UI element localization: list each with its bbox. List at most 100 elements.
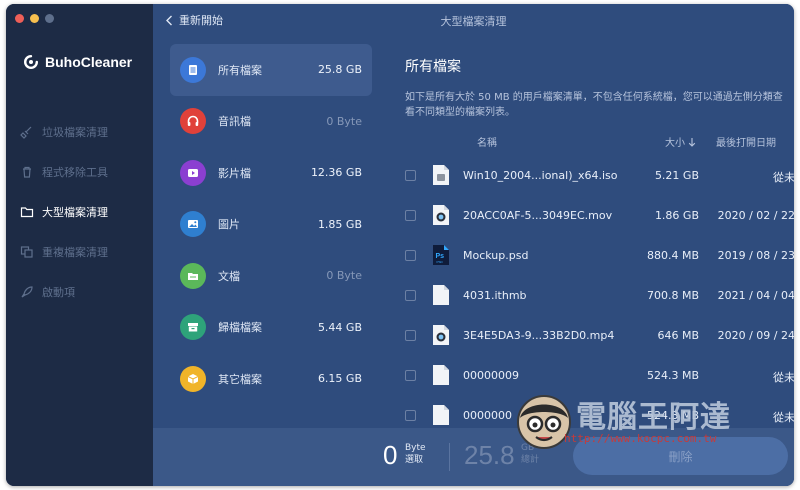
- blank-file-icon: [433, 365, 449, 385]
- window-controls: [15, 14, 54, 23]
- file-name: 00000009: [463, 369, 519, 382]
- file-name: 4031.ithmb: [463, 289, 527, 302]
- photoshop-icon: PsPSD: [433, 245, 449, 265]
- title-bar: 重新開始 大型檔案清理: [153, 4, 794, 34]
- table-header: 名稱 大小 最後打開日期: [405, 134, 794, 150]
- folder-icon: [20, 207, 34, 218]
- sidebar-item-large-files[interactable]: 大型檔案清理: [6, 192, 153, 232]
- category-name: 所有檔案: [218, 63, 262, 77]
- watermark-text: 電腦王阿達: [576, 400, 731, 435]
- duplicate-icon: [20, 246, 33, 258]
- file-date: 2020 / 09 / 24: [717, 329, 794, 342]
- zoom-window-button[interactable]: [45, 14, 54, 23]
- row-checkbox[interactable]: [405, 210, 416, 221]
- quicktime-icon: [433, 205, 449, 225]
- buho-logo-icon: [24, 55, 38, 69]
- category-name: 音訊檔: [218, 115, 251, 129]
- app-logo: BuhoCleaner: [23, 54, 132, 70]
- file-date: 2019 / 08 / 23: [717, 249, 794, 262]
- column-size-label: 大小: [665, 138, 685, 149]
- category-name: 歸檔檔案: [218, 321, 262, 335]
- video-icon: [180, 159, 206, 186]
- table-row[interactable]: Ps PSD Mockup.psd 880.4 MB 2019 / 08 / 23: [405, 236, 794, 276]
- svg-text:PSD: PSD: [437, 260, 444, 264]
- sidebar-item-label: 程式移除工具: [42, 166, 108, 179]
- close-window-button[interactable]: [15, 14, 24, 23]
- column-name[interactable]: 名稱: [477, 134, 497, 149]
- file-name: Mockup.psd: [463, 249, 529, 262]
- svg-text:Ps: Ps: [436, 253, 445, 260]
- image-icon: [180, 211, 206, 238]
- column-size[interactable]: 大小: [665, 134, 696, 149]
- file-date: 2020 / 02 / 22: [717, 209, 794, 222]
- table-row[interactable]: 20ACC0AF-5...3049EC.mov 1.86 GB 2020 / 0…: [405, 196, 794, 236]
- category-archives[interactable]: 歸檔檔案 5.44 GB: [170, 302, 372, 354]
- row-checkbox[interactable]: [405, 250, 416, 261]
- pane-title: 所有檔案: [405, 59, 461, 75]
- sidebar-item-label: 大型檔案清理: [42, 206, 108, 219]
- category-size: 12.36 GB: [310, 166, 362, 180]
- sidebar-item-label: 啟動項: [42, 286, 75, 299]
- quicktime-icon: [433, 325, 449, 345]
- headphones-icon: [180, 108, 206, 135]
- trash-icon: [23, 166, 31, 178]
- file-name: 20ACC0AF-5...3049EC.mov: [463, 209, 613, 222]
- row-checkbox[interactable]: [405, 370, 416, 381]
- category-documents[interactable]: 文檔 0 Byte: [170, 250, 372, 302]
- row-checkbox[interactable]: [405, 410, 416, 421]
- category-size: 6.15 GB: [317, 372, 362, 386]
- file-name: 0000000: [463, 409, 512, 422]
- selected-caption: 選取: [405, 455, 424, 465]
- category-audio[interactable]: 音訊檔 0 Byte: [170, 96, 372, 148]
- row-checkbox[interactable]: [405, 290, 416, 301]
- window-title: 大型檔案清理: [440, 15, 507, 28]
- file-date: 從未: [773, 171, 794, 184]
- category-video[interactable]: 影片檔 12.36 GB: [170, 147, 372, 199]
- file-name: Win10_2004...ional)_x64.iso: [463, 169, 618, 182]
- minimize-window-button[interactable]: [30, 14, 39, 23]
- broom-icon: [20, 126, 32, 139]
- pane-description: 如下是所有大於 50 MB 的用戶檔案清單，不包含任何系統檔，您可以通過左側分類…: [405, 92, 783, 118]
- category-name: 圖片: [218, 218, 240, 232]
- category-all-files[interactable]: 所有檔案 25.8 GB: [170, 44, 372, 96]
- file-name: 3E4E5DA3-9...33B2D0.mp4: [463, 329, 615, 342]
- column-date[interactable]: 最後打開日期: [716, 134, 776, 149]
- selected-size-unit: Byte: [405, 443, 426, 453]
- document-icon: [180, 262, 206, 289]
- file-size: 880.4 MB: [646, 249, 699, 262]
- sort-down-icon: [688, 137, 696, 147]
- sidebar: BuhoCleaner 垃圾檔案清理 程式移除工具 大型檔案清理 重複檔案清理 …: [6, 4, 153, 486]
- file-size: 700.8 MB: [646, 289, 699, 302]
- sidebar-item-label: 重複檔案清理: [42, 246, 108, 259]
- total-size-value: 25.8: [464, 440, 515, 470]
- app-window: BuhoCleaner 垃圾檔案清理 程式移除工具 大型檔案清理 重複檔案清理 …: [6, 4, 794, 486]
- file-pane: 所有檔案 如下是所有大於 50 MB 的用戶檔案清單，不包含任何系統檔，您可以通…: [399, 34, 794, 428]
- category-size: 0 Byte: [326, 269, 362, 283]
- app-name: BuhoCleaner: [45, 54, 133, 70]
- sidebar-item-label: 垃圾檔案清理: [42, 126, 108, 139]
- sidebar-item-startup[interactable]: 啟動項: [6, 272, 153, 312]
- table-row[interactable]: 3E4E5DA3-9...33B2D0.mp4 646 MB 2020 / 09…: [405, 316, 794, 356]
- category-other[interactable]: 其它檔案 6.15 GB: [170, 353, 372, 405]
- sidebar-item-duplicates[interactable]: 重複檔案清理: [6, 232, 153, 272]
- files-icon: [180, 56, 206, 83]
- file-date: 2021 / 04 / 04: [717, 289, 794, 302]
- table-row[interactable]: Win10_2004...ional)_x64.iso 5.21 GB 從未: [405, 156, 794, 196]
- sidebar-item-app-uninstaller[interactable]: 程式移除工具: [6, 152, 153, 192]
- table-row[interactable]: 4031.ithmb 700.8 MB 2021 / 04 / 04: [405, 276, 794, 316]
- category-images[interactable]: 圖片 1.85 GB: [170, 199, 372, 251]
- category-size: 1.85 GB: [317, 217, 362, 231]
- category-size: 25.8 GB: [317, 63, 362, 77]
- row-checkbox[interactable]: [405, 170, 416, 181]
- row-checkbox[interactable]: [405, 330, 416, 341]
- summary-divider: [449, 443, 450, 471]
- archive-icon: [180, 314, 206, 341]
- sidebar-item-junk-cleanup[interactable]: 垃圾檔案清理: [6, 112, 153, 152]
- file-date: 從未: [773, 371, 794, 384]
- file-size: 1.86 GB: [654, 209, 699, 222]
- disk-image-icon: [433, 165, 449, 185]
- blank-file-icon: [433, 405, 449, 425]
- file-size: 5.21 GB: [654, 169, 699, 182]
- category-list: 所有檔案 25.8 GB 音訊檔 0 Byte 影片檔 12.36 GB 圖片 …: [170, 44, 372, 405]
- selected-size-value: 0: [383, 440, 398, 470]
